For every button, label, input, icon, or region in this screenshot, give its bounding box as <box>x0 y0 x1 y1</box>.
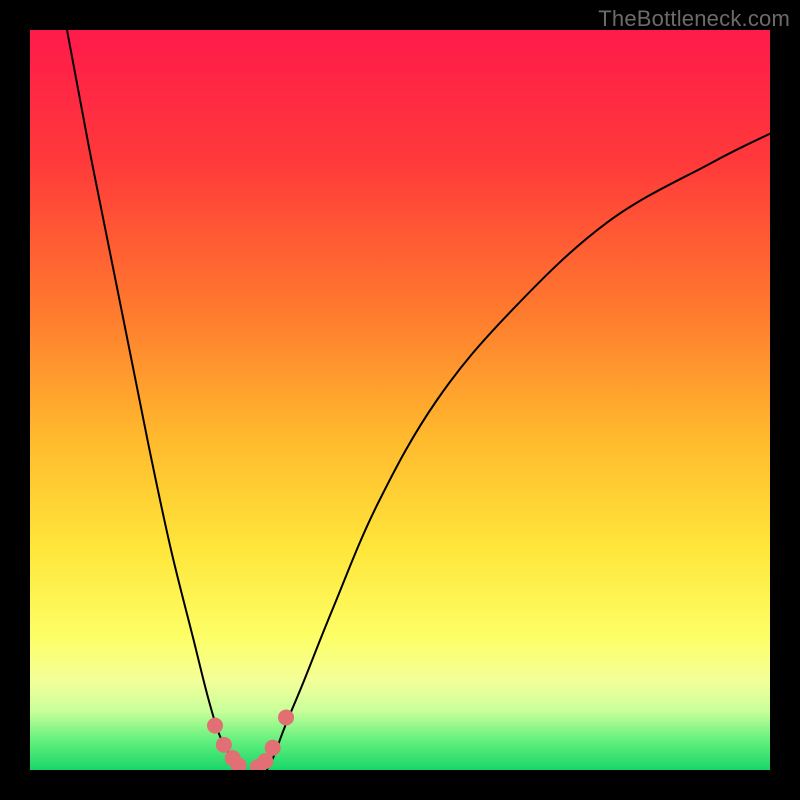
bottleneck-curve-chart <box>30 30 770 770</box>
curve-left-branch <box>67 30 237 770</box>
plot-frame <box>30 30 770 770</box>
watermark-text: TheBottleneck.com <box>598 6 790 32</box>
marker-dot <box>216 737 232 753</box>
marker-dot <box>265 740 281 756</box>
marker-dot <box>278 709 294 725</box>
curve-right-branch <box>267 134 770 770</box>
marker-dot <box>207 718 223 734</box>
